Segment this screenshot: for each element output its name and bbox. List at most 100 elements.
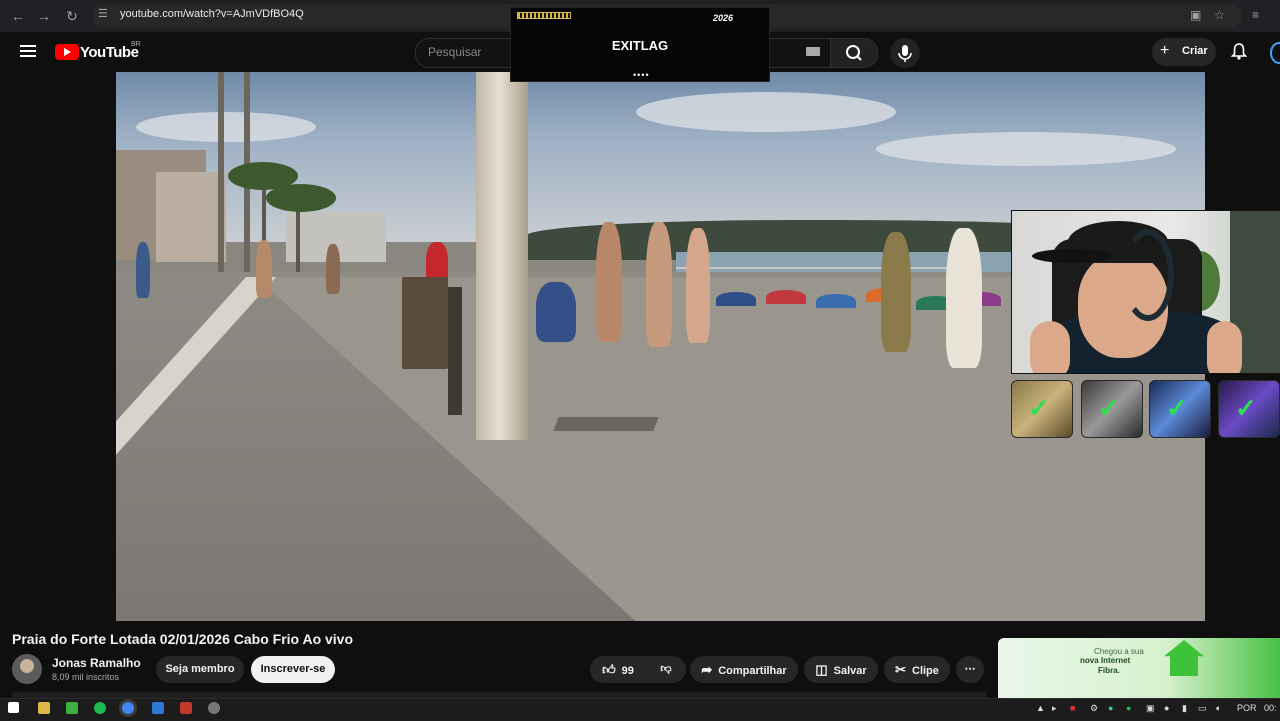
tray-icon[interactable]: ⚙ [1090, 703, 1098, 714]
bell-icon[interactable] [1230, 42, 1248, 63]
check-icon: ✓ [1235, 393, 1257, 423]
share-icon: ➦ [701, 662, 713, 677]
tray-icon[interactable]: ● [1108, 703, 1113, 713]
app-icon[interactable] [208, 702, 220, 714]
site-info-icon[interactable]: ☰ [98, 8, 110, 20]
exitlag-brand: EXITLAG [611, 38, 669, 53]
forward-icon[interactable]: → [34, 6, 54, 26]
check-icon: ✓ [1166, 393, 1188, 423]
like-count: 99 [621, 665, 634, 677]
person [326, 244, 340, 294]
like-icon: 👍︎ [602, 662, 616, 677]
person [136, 242, 150, 298]
skin-tile: ✓ [1149, 380, 1211, 438]
spotify-icon[interactable] [94, 702, 106, 714]
app-icon[interactable] [180, 702, 192, 714]
url-text[interactable]: youtube.com/watch?v=AJmVDfBO4Q [120, 8, 304, 20]
more-icon: ⋯ [964, 663, 976, 675]
side-ad[interactable]: Chegou a sua nova Internet Fibra. [998, 638, 1280, 698]
channel-subscribers: 8,09 mil inscritos [52, 672, 120, 682]
person [536, 282, 576, 342]
headset-icon [1122, 229, 1174, 321]
file-explorer-icon[interactable] [38, 702, 50, 714]
app-icon[interactable] [152, 702, 164, 714]
share-button[interactable]: ➦ Compartilhar [690, 656, 798, 683]
search-button[interactable] [830, 38, 878, 68]
save-icon: ◫ [815, 662, 828, 677]
tray-icon[interactable]: ▲ [1036, 703, 1045, 713]
webcam-arm [1207, 321, 1242, 373]
windows-start-icon[interactable] [8, 702, 19, 713]
tray-icon[interactable]: ▸ [1052, 703, 1057, 714]
webcam-overlay [1011, 210, 1280, 374]
house-icon [1164, 640, 1204, 676]
video-crowd [126, 222, 1006, 368]
ad-line-2: nova Internet [1080, 656, 1131, 665]
cloud [876, 132, 1176, 166]
tray-icon[interactable]: ▣ [1146, 703, 1155, 714]
country-code: BR [131, 41, 141, 48]
exitlag-progress-icon [517, 12, 571, 19]
youtube-logo-text[interactable]: YouTube [80, 44, 139, 61]
clip-button[interactable]: ✂ Clipe [884, 656, 950, 683]
more-button[interactable]: ⋯ [956, 656, 984, 683]
menu-icon[interactable] [20, 45, 36, 57]
clock[interactable]: 00: [1264, 703, 1277, 713]
search-placeholder: Pesquisar [428, 45, 482, 59]
dislike-icon: 👎︎ [660, 663, 672, 675]
channel-name[interactable]: Jonas Ramalho [52, 656, 141, 670]
taskbar [0, 698, 1280, 721]
join-button[interactable]: Seja membro [156, 656, 244, 683]
like-button[interactable]: 👍︎ 99 [590, 656, 646, 683]
mic-button[interactable] [890, 38, 920, 68]
clip-label: Clipe [912, 665, 939, 677]
exitlag-overlay[interactable]: 2026 EXITLAG •••• [510, 7, 770, 82]
trash-bin [402, 277, 448, 369]
person [256, 240, 272, 298]
mic-tray-icon[interactable]: ● [1164, 703, 1169, 713]
video-title: Praia do Forte Lotada 02/01/2026 Cabo Fr… [12, 631, 354, 647]
language-indicator[interactable]: POR [1237, 703, 1257, 713]
chrome-icon[interactable] [122, 702, 134, 714]
clip-icon: ✂ [895, 662, 906, 677]
video-pole [476, 72, 528, 440]
subscribe-button[interactable]: Inscrever-se [251, 656, 335, 683]
skin-tile: ✓ [1011, 380, 1073, 438]
channel-avatar[interactable] [12, 654, 42, 684]
volume-icon[interactable]: 🔈︎ [1216, 703, 1221, 714]
network-icon[interactable]: ▭ [1198, 703, 1207, 714]
reload-icon[interactable]: ↻ [62, 6, 82, 26]
tray-icon[interactable]: ● [1126, 703, 1131, 713]
mic-icon [898, 45, 912, 62]
check-icon: ✓ [1098, 393, 1120, 423]
exitlag-dots-icon: •••• [633, 70, 650, 80]
save-label: Salvar [833, 665, 867, 677]
save-button[interactable]: ◫ Salvar [804, 656, 878, 683]
tray-icon[interactable]: ■ [1070, 703, 1075, 713]
create-label: Criar [1182, 45, 1208, 57]
youtube-logo-icon[interactable] [55, 44, 79, 60]
cloud [636, 92, 896, 132]
dislike-button[interactable]: 👎︎ [648, 656, 684, 683]
app-icon[interactable] [66, 702, 78, 714]
exitlag-badge: 2026 [713, 13, 734, 23]
keyboard-icon[interactable] [806, 47, 820, 56]
ad-line-1: Chegou a sua [1094, 647, 1144, 656]
trash-bin-post [448, 287, 462, 415]
person [881, 232, 911, 352]
check-icon: ✓ [1028, 393, 1050, 423]
webcam-cap-brim [1032, 249, 1112, 263]
reading-list-icon[interactable]: ≡ [1252, 8, 1259, 22]
skin-tile: ✓ [1081, 380, 1143, 438]
share-label: Compartilhar [718, 665, 787, 677]
webcam-arm [1030, 321, 1070, 373]
back-icon[interactable]: ← [8, 6, 28, 26]
skin-tile: ✓ [1218, 380, 1280, 438]
cloud [136, 112, 316, 142]
person [646, 222, 672, 347]
battery-icon[interactable]: ▮ [1182, 703, 1187, 714]
bookmark-star-icon[interactable]: ☆ [1214, 8, 1225, 22]
skin-overlay: ✓ ✓ ✓ ✓ [1011, 380, 1280, 438]
person [946, 228, 982, 368]
install-icon[interactable]: ▣ [1190, 8, 1201, 22]
